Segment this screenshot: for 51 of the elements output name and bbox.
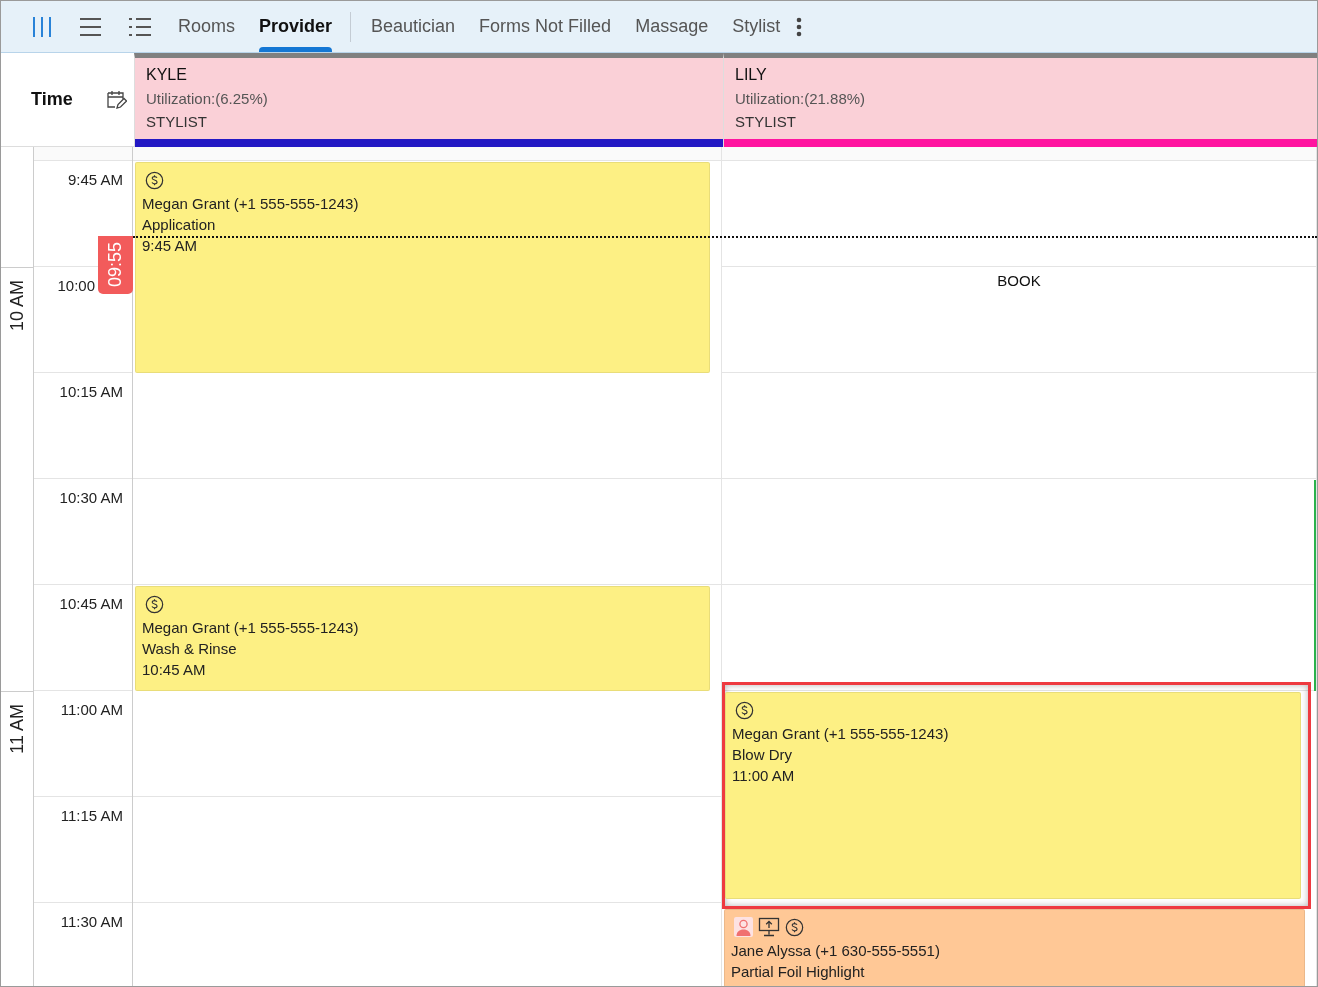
provider-role: STYLIST (146, 113, 208, 130)
person-icon (734, 917, 753, 937)
service-name: Blow Dry (732, 746, 793, 763)
dollar-icon (145, 170, 164, 190)
hour-label: 11 AM (6, 704, 28, 754)
client-name: Megan Grant (+1 555-555-1243) (732, 725, 950, 742)
provider-role: STYLIST (735, 113, 797, 130)
tab[interactable]: Massage (635, 1, 709, 52)
dollar-icon (145, 594, 164, 614)
appointment-card[interactable]: Megan Grant (+1 555-555-1243) Wash & Rinse 10:45 AM (135, 586, 710, 691)
time-slot-label: 10:00 (57, 277, 95, 294)
tab[interactable]: Provider (259, 1, 333, 52)
time-slot-label: 11:15 AM (60, 807, 123, 824)
monitor-upload-icon (758, 917, 780, 937)
time-slot-label: 11:00 AM (60, 701, 123, 718)
client-name: Megan Grant (+1 555-555-1243) (142, 195, 360, 212)
utilization-text: Utilization:(21.88%) (735, 90, 867, 107)
appointment-time: 10:45 AM (142, 661, 207, 678)
provider-name: KYLE (146, 66, 188, 84)
list-view-icon[interactable] (79, 16, 102, 37)
service-name: Application (142, 216, 217, 233)
appointment-card[interactable]: Megan Grant (+1 555-555-1243) Application 9:45 AM (135, 162, 710, 373)
time-slot-label: 10:30 AM (59, 489, 123, 506)
tab[interactable]: Forms Not Filled (479, 1, 612, 52)
appointment-card[interactable]: Megan Grant (+1 555-555-1243) Blow Dry 11:00 AM (725, 692, 1301, 899)
appointment-time: 9:45 AM (142, 237, 199, 254)
provider-name: LILY (735, 66, 768, 84)
bulleted-list-icon[interactable] (128, 16, 152, 37)
appointment-card[interactable]: Jane Alyssa (+1 630-555-5551) Partial Foil Highlight (724, 909, 1305, 986)
utilization-text: Utilization:(6.25%) (146, 90, 269, 107)
time-slot-label: 10:15 AM (59, 383, 123, 400)
columns-view-icon[interactable] (31, 15, 53, 38)
more-options-icon[interactable] (796, 16, 803, 37)
client-name: Megan Grant (+1 555-555-1243) (142, 619, 360, 636)
hour-label: 10 AM (6, 280, 28, 332)
appointment-time: 11:00 AM (732, 767, 796, 784)
time-slot-label: 11:30 AM (60, 913, 123, 930)
service-name: Partial Foil Highlight (731, 963, 866, 980)
service-name: Wash & Rinse (142, 640, 238, 657)
time-header: Time (31, 89, 73, 110)
tab[interactable]: Stylist (732, 1, 781, 52)
dollar-icon (735, 700, 754, 720)
current-time-badge: 09:55 (98, 236, 133, 294)
tab[interactable]: Rooms (178, 1, 235, 52)
time-slot-label: 9:45 AM (67, 171, 123, 188)
tab[interactable]: Beautician (371, 1, 456, 52)
calendar-edit-icon[interactable] (105, 88, 127, 111)
client-name: Jane Alyssa (+1 630-555-5551) (731, 942, 941, 959)
dollar-icon (785, 917, 804, 937)
time-slot-label: 10:45 AM (59, 595, 123, 612)
book-link[interactable]: BOOK (997, 272, 1041, 372)
